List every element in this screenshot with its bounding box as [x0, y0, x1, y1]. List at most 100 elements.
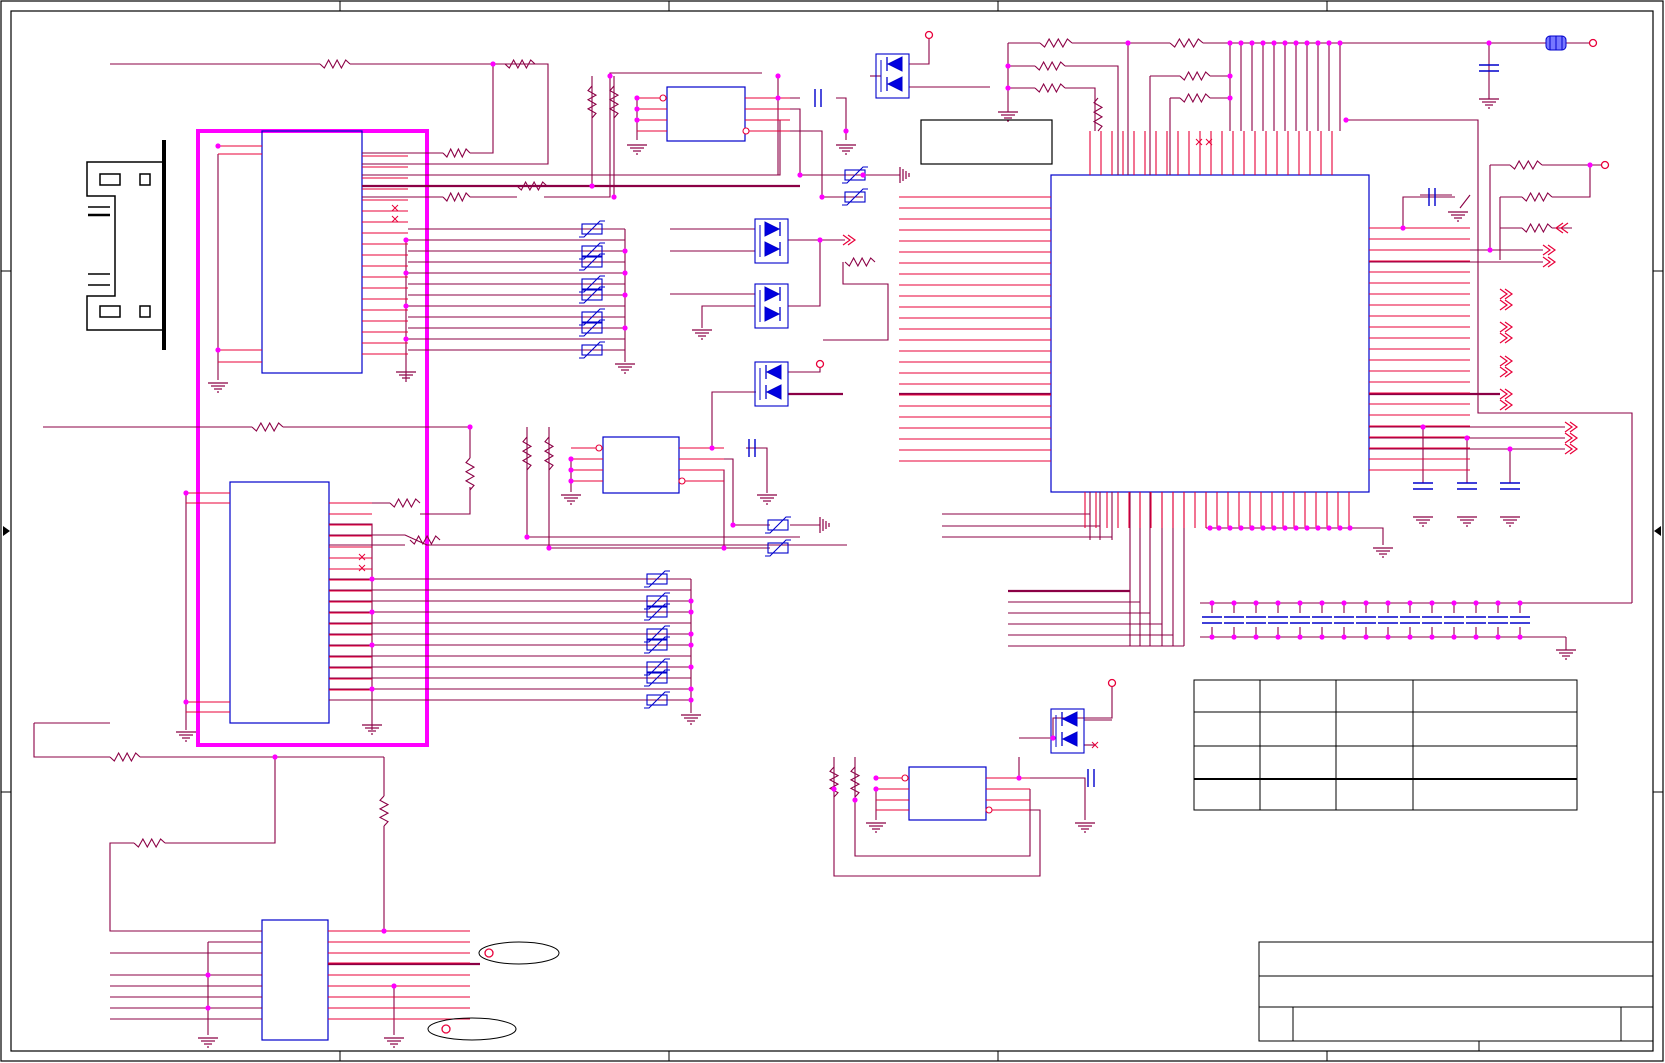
- offpage-chevron-icon: [1499, 332, 1509, 344]
- junction-dot: [524, 534, 530, 540]
- junction-dot: [1315, 40, 1321, 46]
- no-connect-marks: [358, 138, 1213, 749]
- offpage-chevron-icon: [1499, 355, 1509, 367]
- junction-dot: [1260, 40, 1266, 46]
- junction-dot: [873, 775, 879, 781]
- junction-dot: [1429, 600, 1435, 606]
- resistor: [442, 191, 471, 203]
- resistor: [109, 751, 141, 763]
- junction-dot: [272, 754, 278, 760]
- junction-dot: [1231, 634, 1237, 640]
- junction-dot: [860, 172, 866, 178]
- junction-dot: [1282, 525, 1288, 531]
- wire: [362, 63, 549, 165]
- junction-dot: [1385, 634, 1391, 640]
- junction-dot: [1343, 117, 1349, 123]
- offpage-chevron-icon: [1564, 432, 1574, 444]
- callout-ellipse-1: [478, 941, 560, 965]
- wire: [679, 391, 756, 449]
- junction-dot: [622, 248, 628, 254]
- resistor: [464, 457, 476, 491]
- junction-dot: [1429, 634, 1435, 640]
- junction-dot: [1271, 525, 1277, 531]
- junction-dot: [1282, 40, 1288, 46]
- junction-dot: [205, 972, 211, 978]
- junction-dot: [1420, 424, 1426, 430]
- wire: [362, 119, 781, 176]
- junction-dot: [688, 609, 694, 615]
- junction-dot: [1227, 73, 1233, 79]
- resistor: [1034, 60, 1066, 72]
- offpage-chevron-icon: [1499, 366, 1509, 378]
- junction-dot: [775, 73, 781, 79]
- junction-dot: [819, 194, 825, 200]
- wire: [329, 523, 373, 730]
- zone-tick-marks: [1, 1, 1663, 1061]
- wire: [283, 426, 471, 458]
- offpage-chevron-icon: [1499, 399, 1509, 411]
- junction-dot: [852, 797, 858, 803]
- junction-dot: [369, 642, 375, 648]
- junction-dot: [1319, 600, 1325, 606]
- junction-dot: [688, 686, 694, 692]
- wire: [788, 362, 821, 373]
- ground-symbols: [176, 98, 1576, 1048]
- junction-dot: [634, 106, 640, 112]
- ic-u3-body: [261, 919, 329, 1041]
- resistor: [844, 256, 876, 268]
- junction-dot: [1473, 600, 1479, 606]
- junction-dot: [797, 172, 803, 178]
- junction-dot: [467, 424, 473, 430]
- junction-dot: [589, 183, 595, 189]
- pin-bubble: [742, 127, 750, 135]
- offpage-chevron-icon: [1499, 288, 1509, 300]
- wire: [544, 72, 762, 198]
- junction-dot: [1363, 634, 1369, 640]
- pin-bubble: [985, 806, 993, 814]
- highlight-region: [196, 129, 429, 747]
- wire: [679, 469, 770, 549]
- junction-dot: [1297, 600, 1303, 606]
- junction-dot: [568, 467, 574, 473]
- ic-u2-body: [229, 481, 330, 724]
- sheet-arrow-markers: [3, 526, 1661, 536]
- junction-dot: [622, 325, 628, 331]
- wire: [909, 35, 930, 65]
- offpage-chevron-icon: [1499, 299, 1509, 311]
- terminal-circle: [1600, 160, 1610, 170]
- junction-dot: [403, 336, 409, 342]
- resistor: [1521, 191, 1553, 203]
- wires: [33, 35, 1633, 1035]
- wire: [788, 240, 821, 307]
- wire: [833, 757, 1041, 877]
- junction-dot: [1253, 634, 1259, 640]
- junction-dot: [1495, 634, 1501, 640]
- junction-dot: [183, 699, 189, 705]
- junction-dot: [1319, 634, 1325, 640]
- junction-dot: [622, 292, 628, 298]
- ic-u6-body: [908, 766, 987, 821]
- junction-dot: [1271, 40, 1277, 46]
- junction-dot: [1304, 525, 1310, 531]
- wire: [986, 777, 1086, 820]
- junction-dot: [369, 609, 375, 615]
- junction-dot: [634, 95, 640, 101]
- junction-dot: [1216, 525, 1222, 531]
- junction-dot: [1347, 525, 1353, 531]
- junction-dot: [1407, 634, 1413, 640]
- diode-packs: [754, 53, 1085, 754]
- junction-dot: [607, 73, 613, 79]
- junction-dot: [1507, 446, 1513, 452]
- pin-bubble: [595, 444, 603, 452]
- junction-dot: [1050, 735, 1056, 741]
- junction-dot: [1005, 63, 1011, 69]
- junction-dot: [1253, 600, 1259, 606]
- wire: [1459, 194, 1471, 209]
- junction-dot: [403, 303, 409, 309]
- offpage-chevron-icon: [1542, 244, 1552, 256]
- resistor: [1521, 222, 1553, 234]
- junction-dot: [205, 1005, 211, 1011]
- ic-u1-body: [261, 130, 363, 374]
- junction-dot: [1209, 634, 1215, 640]
- wire: [109, 842, 262, 932]
